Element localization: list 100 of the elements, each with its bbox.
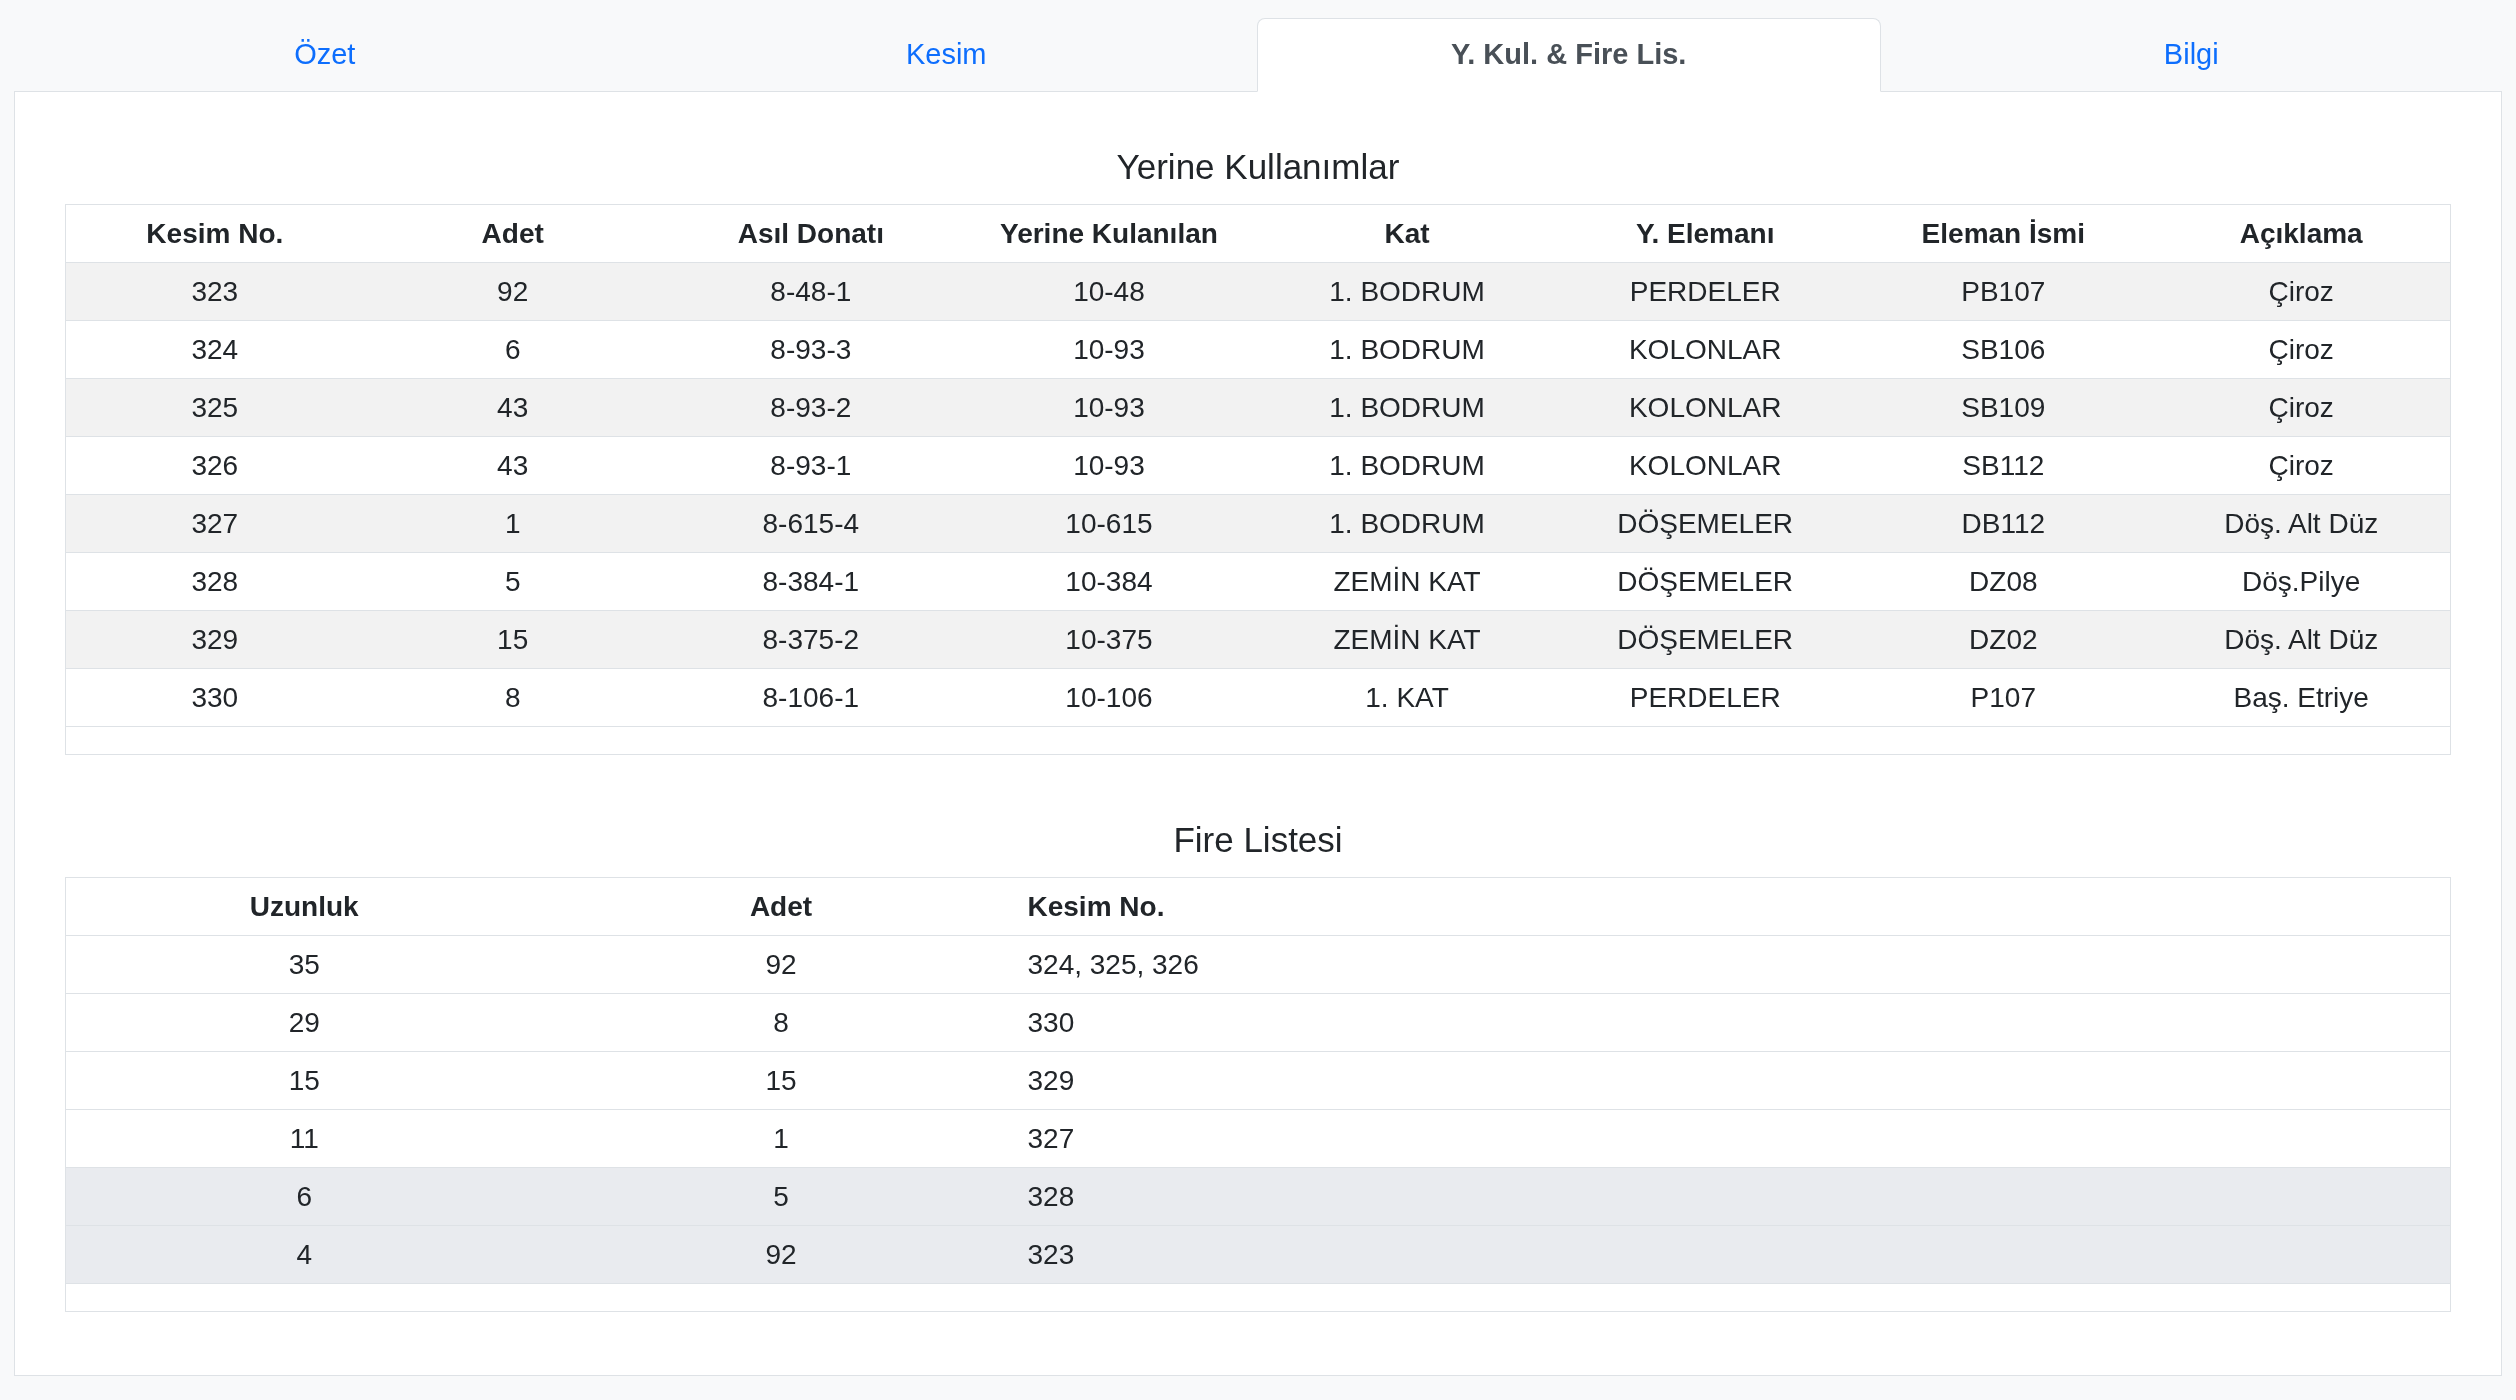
table-cell: 10-375: [959, 610, 1258, 669]
table-cell: KOLONLAR: [1556, 436, 1855, 495]
column-header: Adet: [363, 204, 662, 263]
table-cell: DZ02: [1854, 610, 2153, 669]
table-row[interactable]: 29 8 330: [65, 993, 2451, 1052]
table-cell: PB107: [1854, 262, 2153, 321]
table-cell: 10-106: [959, 668, 1258, 727]
table-cell: Çiroz: [2152, 320, 2451, 379]
table-cell: SB112: [1854, 436, 2153, 495]
table-cell: 10-93: [959, 378, 1258, 437]
table-cell: 6: [363, 320, 662, 379]
table-cell: 324: [65, 320, 364, 379]
table-cell: DÖŞEMELER: [1556, 610, 1855, 669]
column-header: Y. Elemanı: [1556, 204, 1855, 263]
section-title: Yerine Kullanımlar: [1115, 146, 1401, 188]
table-cell: ZEMİN KAT: [1258, 552, 1557, 611]
table-cell: Döş.Pilye: [2152, 552, 2451, 611]
table-cell: KOLONLAR: [1556, 378, 1855, 437]
table-row[interactable]: 11 1 327: [65, 1109, 2451, 1168]
table-cell: DZ08: [1854, 552, 2153, 611]
tab[interactable]: Y. Kul. & Fire Lis.: [1257, 18, 1881, 92]
column-header: Açıklama: [2152, 204, 2451, 263]
table-cell: 327: [65, 494, 364, 553]
table-cell: 330: [1019, 993, 2451, 1052]
table-cell: 328: [65, 552, 364, 611]
table-cell: 92: [542, 935, 1020, 994]
table-cell: 5: [542, 1167, 1020, 1226]
table-cell: SB109: [1854, 378, 2153, 437]
column-header: Eleman İsmi: [1854, 204, 2153, 263]
table-cell: Çiroz: [2152, 436, 2451, 495]
column-header: Asıl Donatı: [661, 204, 960, 263]
table-cell: 325: [65, 378, 364, 437]
table-row[interactable]: 35 92 324, 325, 326: [65, 935, 2451, 994]
table-cell: P107: [1854, 668, 2153, 727]
table-cell: 8: [542, 993, 1020, 1052]
table-cell: 4: [65, 1225, 543, 1284]
table-cell: 329: [65, 610, 364, 669]
table-cell: 15: [65, 1051, 543, 1110]
table-cell: Çiroz: [2152, 262, 2451, 321]
table-cell: 8-615-4: [661, 494, 960, 553]
table-row[interactable]: 4 92 323: [65, 1225, 2451, 1284]
table-cell: Çiroz: [2152, 378, 2451, 437]
table-cell: 1. BODRUM: [1258, 262, 1557, 321]
table-cell: ZEMİN KAT: [1258, 610, 1557, 669]
table-cell: 15: [363, 610, 662, 669]
section-title: Fire Listesi: [1172, 819, 1344, 861]
table-cell: 1. BODRUM: [1258, 494, 1557, 553]
table-cell: 8-106-1: [661, 668, 960, 727]
table-cell: 8-93-3: [661, 320, 960, 379]
table-cell: 1. BODRUM: [1258, 320, 1557, 379]
table-cell: 8-384-1: [661, 552, 960, 611]
table-cell: 8: [363, 668, 662, 727]
table-cell: 1: [363, 494, 662, 553]
table-cell: PERDELER: [1556, 668, 1855, 727]
table-cell: 10-48: [959, 262, 1258, 321]
table-cell: 328: [1019, 1167, 2451, 1226]
table-cell: Döş. Alt Düz: [2152, 610, 2451, 669]
table-cell: 5: [363, 552, 662, 611]
column-header: Uzunluk: [65, 877, 543, 936]
table-cell: 11: [65, 1109, 543, 1168]
table-cell: 10-615: [959, 494, 1258, 553]
table-cell: Baş. Etriye: [2152, 668, 2451, 727]
table-cell: 1: [542, 1109, 1020, 1168]
table-cell: 8-93-1: [661, 436, 960, 495]
table-cell: SB106: [1854, 320, 2153, 379]
table-cell: 326: [65, 436, 364, 495]
table-cell: 29: [65, 993, 543, 1052]
table-cell: 10-93: [959, 436, 1258, 495]
table-cell: 92: [542, 1225, 1020, 1284]
table-cell: PERDELER: [1556, 262, 1855, 321]
table-cell: 324, 325, 326: [1019, 935, 2451, 994]
table-cell: 1. BODRUM: [1258, 378, 1557, 437]
table-cell: 8-93-2: [661, 378, 960, 437]
table-cell: 329: [1019, 1051, 2451, 1110]
table-cell: KOLONLAR: [1556, 320, 1855, 379]
table-cell: Döş. Alt Düz: [2152, 494, 2451, 553]
column-header: Yerine Kulanılan: [959, 204, 1258, 263]
table-cell: DÖŞEMELER: [1556, 494, 1855, 553]
table-cell: 327: [1019, 1109, 2451, 1168]
table-row[interactable]: 15 15 329: [65, 1051, 2451, 1110]
table-cell: 15: [542, 1051, 1020, 1110]
column-header: Kat: [1258, 204, 1557, 263]
table-cell: 8-375-2: [661, 610, 960, 669]
table-cell: 1. BODRUM: [1258, 436, 1557, 495]
column-header: Kesim No.: [1019, 877, 2451, 936]
table-cell: 323: [1019, 1225, 2451, 1284]
table-cell: 6: [65, 1167, 543, 1226]
table-cell: 92: [363, 262, 662, 321]
table-cell: 43: [363, 436, 662, 495]
table-cell: 35: [65, 935, 543, 994]
column-header: Adet: [542, 877, 1020, 936]
table-cell: DÖŞEMELER: [1556, 552, 1855, 611]
table-cell: 43: [363, 378, 662, 437]
column-header: Kesim No.: [65, 204, 364, 263]
table-cell: 10-384: [959, 552, 1258, 611]
table-cell: DB112: [1854, 494, 2153, 553]
table-row[interactable]: 6 5 328: [65, 1167, 2451, 1226]
table-cell: 8-48-1: [661, 262, 960, 321]
table-cell: 330: [65, 668, 364, 727]
table-cell: 323: [65, 262, 364, 321]
